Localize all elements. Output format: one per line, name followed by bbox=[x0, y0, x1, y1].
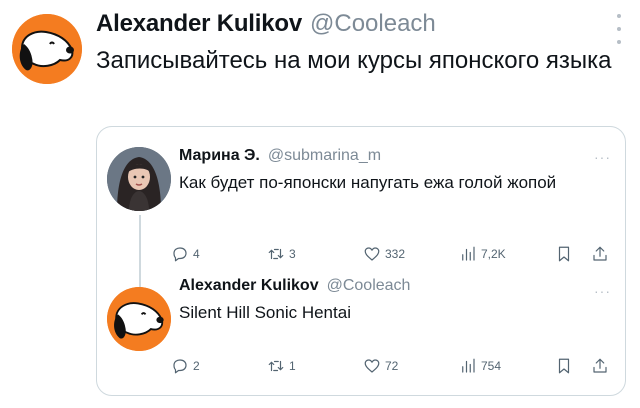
author-row: Alexander Kulikov @Cooleach bbox=[96, 10, 436, 40]
like-icon bbox=[364, 247, 380, 261]
quoted-thread-card[interactable]: Марина Э. @submarina_m ··· Как будет по-… bbox=[96, 126, 626, 396]
reply-header: Марина Э. @submarina_m bbox=[179, 147, 381, 165]
reply-count: 4 bbox=[193, 247, 200, 261]
bookmark-icon bbox=[558, 246, 570, 262]
reply-text: Как будет по-японски напугать ежа голой … bbox=[179, 173, 557, 192]
thread-reply[interactable]: Марина Э. @submarina_m ··· Как будет по-… bbox=[97, 141, 627, 271]
reply-button[interactable]: 4 bbox=[171, 243, 200, 265]
reply-button[interactable]: 2 bbox=[171, 355, 200, 377]
like-button[interactable]: 332 bbox=[363, 243, 405, 265]
reply-count: 2 bbox=[193, 359, 200, 373]
avatar[interactable] bbox=[107, 147, 171, 211]
action-bar: 4 3 332 7,2K bbox=[171, 243, 611, 265]
reply-text: Silent Hill Sonic Hentai bbox=[179, 303, 351, 322]
bookmark-button[interactable] bbox=[555, 355, 573, 377]
retweet-count: 1 bbox=[289, 359, 296, 373]
share-button[interactable] bbox=[591, 243, 609, 265]
snoopy-avatar-icon bbox=[12, 14, 82, 84]
share-icon bbox=[593, 358, 607, 373]
avatar[interactable] bbox=[107, 287, 171, 351]
share-button[interactable] bbox=[591, 355, 609, 377]
retweet-button[interactable]: 1 bbox=[267, 355, 296, 377]
reply-icon bbox=[173, 247, 187, 262]
views-button[interactable]: 7,2K bbox=[459, 243, 506, 265]
retweet-icon bbox=[268, 360, 284, 372]
main-tweet: Alexander Kulikov @Cooleach Записывайтес… bbox=[0, 0, 640, 408]
like-icon bbox=[364, 359, 380, 373]
author-handle[interactable]: @Cooleach bbox=[310, 10, 436, 38]
like-button[interactable]: 72 bbox=[363, 355, 398, 377]
reply-author-name[interactable]: Alexander Kulikov bbox=[179, 277, 319, 295]
views-button[interactable]: 754 bbox=[459, 355, 501, 377]
views-count: 754 bbox=[481, 359, 502, 373]
retweet-icon bbox=[268, 248, 284, 260]
tweet-text: Записывайтесь на мои курсы японского язы… bbox=[96, 47, 612, 74]
more-options-icon[interactable]: ··· bbox=[594, 149, 611, 165]
reply-icon bbox=[173, 359, 187, 374]
bookmark-button[interactable] bbox=[555, 243, 573, 265]
views-icon bbox=[462, 358, 475, 373]
more-options-icon[interactable]: ··· bbox=[594, 283, 611, 299]
views-icon bbox=[462, 246, 475, 261]
reply-header: Alexander Kulikov @Cooleach bbox=[179, 277, 410, 295]
like-count: 332 bbox=[385, 247, 406, 261]
reply-author-handle[interactable]: @Cooleach bbox=[327, 277, 411, 295]
author-name[interactable]: Alexander Kulikov bbox=[96, 10, 302, 38]
share-icon bbox=[593, 246, 607, 261]
reply-author-handle[interactable]: @submarina_m bbox=[268, 147, 381, 165]
thread-reply[interactable]: Alexander Kulikov @Cooleach ··· Silent H… bbox=[97, 275, 627, 395]
like-count: 72 bbox=[385, 359, 399, 373]
views-count: 7,2K bbox=[481, 247, 506, 261]
more-options-icon[interactable] bbox=[612, 14, 626, 44]
bookmark-icon bbox=[558, 358, 570, 374]
action-bar: 2 1 72 754 bbox=[171, 355, 611, 377]
snoopy-avatar-icon bbox=[107, 287, 171, 351]
retweet-button[interactable]: 3 bbox=[267, 243, 296, 265]
retweet-count: 3 bbox=[289, 247, 296, 261]
avatar[interactable] bbox=[12, 14, 82, 84]
girl-avatar-icon bbox=[107, 147, 171, 211]
reply-author-name[interactable]: Марина Э. bbox=[179, 147, 260, 165]
